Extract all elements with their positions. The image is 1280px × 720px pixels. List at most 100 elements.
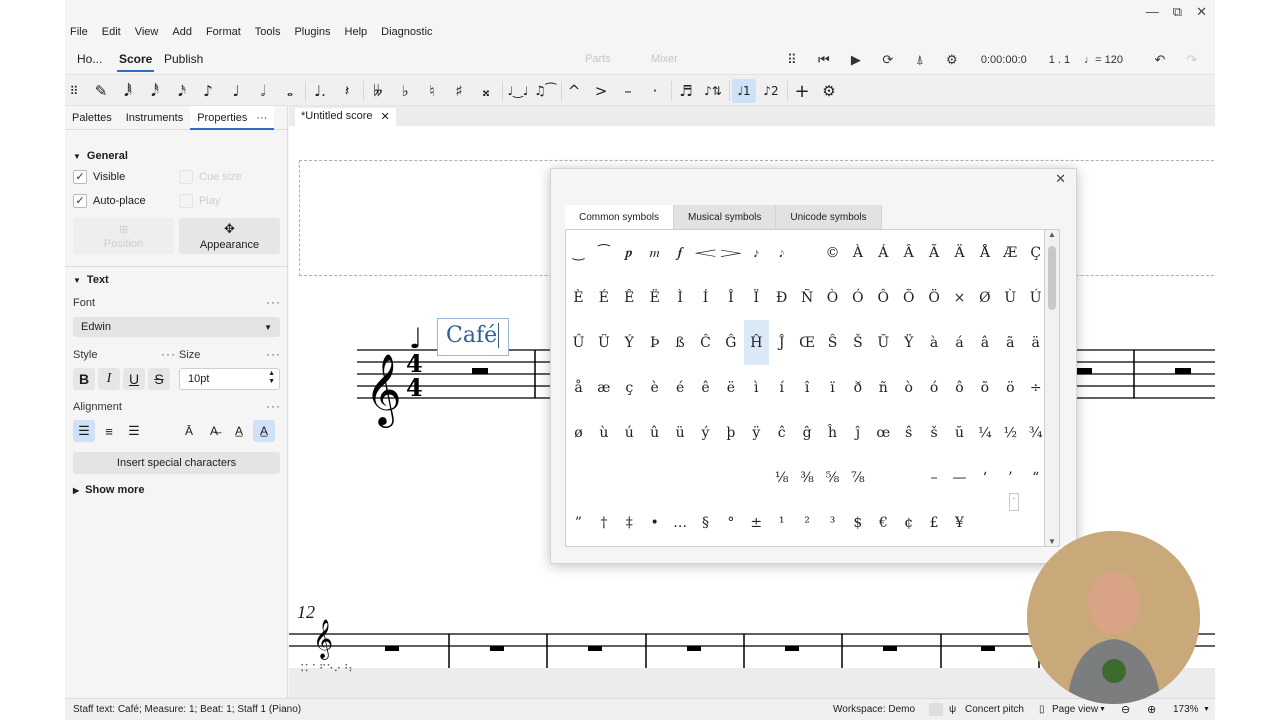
symbol-cell[interactable]: ã	[998, 320, 1023, 365]
panel-menu-icon[interactable]: ···	[256, 112, 267, 124]
symbol-cell[interactable]: $	[845, 500, 870, 545]
symbol-cell[interactable]: ¹	[769, 500, 794, 545]
symbol-cell[interactable]: ú	[617, 410, 642, 455]
document-tab[interactable]: *Untitled score ✕	[295, 108, 396, 126]
symbol-cell[interactable]: å	[566, 365, 591, 410]
bold-button[interactable]: B	[73, 368, 95, 390]
symbol-cell[interactable]: ©	[820, 230, 845, 275]
symbol-cell[interactable]: ß	[668, 320, 693, 365]
accent-icon[interactable]: >	[589, 79, 613, 103]
strikethrough-button[interactable]: S	[148, 368, 170, 390]
symbol-cell[interactable]: Œ	[795, 320, 820, 365]
symbol-cell[interactable]: Ĉ	[693, 320, 718, 365]
symbol-cell[interactable]: æ	[591, 365, 616, 410]
symbol-cell[interactable]: ”	[566, 500, 591, 545]
close-tab-icon[interactable]: ✕	[381, 110, 390, 124]
align-left-icon[interactable]: ☰	[73, 420, 95, 442]
symbol-cell[interactable]: Ö	[922, 275, 947, 320]
symbol-cell[interactable]: Þ	[642, 320, 667, 365]
symbol-cell[interactable]: †	[591, 500, 616, 545]
symbol-cell[interactable]: Å	[972, 230, 997, 275]
rewind-icon[interactable]: ⏮	[815, 51, 833, 69]
symbol-cell[interactable]: ò	[896, 365, 921, 410]
symbol-cell[interactable]: ĉ	[769, 410, 794, 455]
symbol-cell[interactable]: ð	[845, 365, 870, 410]
symbol-cell[interactable]: Ï	[744, 275, 769, 320]
metronome-icon[interactable]: ⍋	[911, 51, 929, 69]
double-flat-icon[interactable]: 𝄫	[366, 79, 390, 103]
tenuto-icon[interactable]: –	[616, 79, 640, 103]
sharp-icon[interactable]: ♯	[447, 79, 471, 103]
concert-pitch-checkbox[interactable]	[929, 703, 943, 716]
natural-icon[interactable]: ♮	[420, 79, 444, 103]
close-window-icon[interactable]: ✕	[1196, 4, 1207, 20]
symbol-cell[interactable]: Ĵ	[769, 320, 794, 365]
symbol-cell[interactable]: œ	[871, 410, 896, 455]
tab-common-symbols[interactable]: Common symbols	[565, 205, 675, 229]
symbol-cell[interactable]: Ŝ	[820, 320, 845, 365]
symbol-cell[interactable]: Ù	[998, 275, 1023, 320]
symbol-cell[interactable]: ø	[566, 410, 591, 455]
size-options-icon[interactable]: ···	[266, 347, 281, 361]
playback-settings-icon[interactable]: ⚙	[943, 51, 961, 69]
sixty-fourth-note-icon[interactable]: 𝅘𝅥𝅱	[116, 79, 140, 103]
align-top-icon[interactable]: Ā	[178, 420, 200, 442]
symbol-cell[interactable]: —	[947, 455, 972, 500]
redo-icon[interactable]: ↷	[1183, 51, 1201, 69]
symbol-cell[interactable]: ³	[820, 500, 845, 545]
scroll-down-icon[interactable]: ▼	[1048, 537, 1056, 546]
symbol-cell[interactable]: Â	[896, 230, 921, 275]
symbol-cell[interactable]: Á	[871, 230, 896, 275]
symbol-cell[interactable]: ‿	[566, 230, 591, 275]
alignment-options-icon[interactable]: ···	[266, 399, 281, 413]
symbol-cell[interactable]: ë	[718, 365, 743, 410]
symbol-cell[interactable]: Ñ	[795, 275, 820, 320]
symbol-cell[interactable]: Í	[693, 275, 718, 320]
appearance-button[interactable]: ✥ Appearance	[179, 218, 280, 254]
quarter-note-button-icon[interactable]: ♩	[224, 79, 248, 103]
style-options-icon[interactable]: ···	[161, 347, 176, 361]
symbol-cell[interactable]: 𝆐	[642, 230, 667, 275]
symbol-cell[interactable]: ×	[947, 275, 972, 320]
symbol-cell[interactable]: ¥	[947, 500, 972, 545]
align-center-icon[interactable]: ≡	[98, 420, 120, 442]
symbol-cell[interactable]: Ý	[617, 320, 642, 365]
visible-checkbox[interactable]: ✓ Visible	[73, 170, 125, 184]
symbol-cell[interactable]: °	[718, 500, 743, 545]
tab-score[interactable]: Score	[116, 52, 155, 72]
staccato-icon[interactable]: ·	[643, 79, 667, 103]
symbol-cell[interactable]: û	[642, 410, 667, 455]
symbol-cell[interactable]: Ô	[871, 275, 896, 320]
symbol-cell[interactable]: É	[591, 275, 616, 320]
tab-palettes[interactable]: Palettes	[65, 106, 119, 129]
symbol-cell[interactable]: 𝆒	[693, 230, 718, 275]
symbol-cell[interactable]: 𝆔	[744, 230, 769, 275]
symbol-cell[interactable]: Ÿ	[896, 320, 921, 365]
text-section-header[interactable]: ▼ Text	[73, 274, 109, 286]
symbol-cell[interactable]: ⁀	[591, 230, 616, 275]
symbol-cell[interactable]: Ĥ	[743, 320, 769, 365]
auto-place-checkbox[interactable]: ✓ Auto-place	[73, 194, 146, 208]
symbol-cell[interactable]: ö	[998, 365, 1023, 410]
symbol-cell[interactable]: ï	[820, 365, 845, 410]
symbol-cell[interactable]: ô	[947, 365, 972, 410]
symbol-cell[interactable]: â	[972, 320, 997, 365]
symbol-cell[interactable]: ê	[693, 365, 718, 410]
drag-handle-icon[interactable]: ⠿	[783, 51, 801, 69]
symbol-cell[interactable]: Û	[566, 320, 591, 365]
menu-tools[interactable]: Tools	[255, 26, 281, 44]
symbol-cell[interactable]: ý	[693, 410, 718, 455]
symbol-cell[interactable]: ⅞	[845, 455, 870, 500]
font-dropdown[interactable]: Edwin ▼	[73, 317, 280, 337]
align-baseline-icon[interactable]: A̲	[228, 420, 250, 442]
insert-special-characters-button[interactable]: Insert special characters	[73, 452, 280, 474]
symbol-cell[interactable]: Ð	[769, 275, 794, 320]
font-size-spinbox[interactable]: 10pt ▲ ▼	[179, 368, 280, 390]
menu-edit[interactable]: Edit	[102, 26, 121, 44]
symbol-cell[interactable]: 𝆕	[769, 230, 794, 275]
symbol-cell[interactable]: ¼	[972, 410, 997, 455]
general-section-header[interactable]: ▼ General	[73, 150, 128, 162]
symbol-cell[interactable]: Ä	[947, 230, 972, 275]
view-mode-dropdown[interactable]: Page view	[1052, 704, 1098, 715]
tab-instruments[interactable]: Instruments	[119, 106, 190, 129]
